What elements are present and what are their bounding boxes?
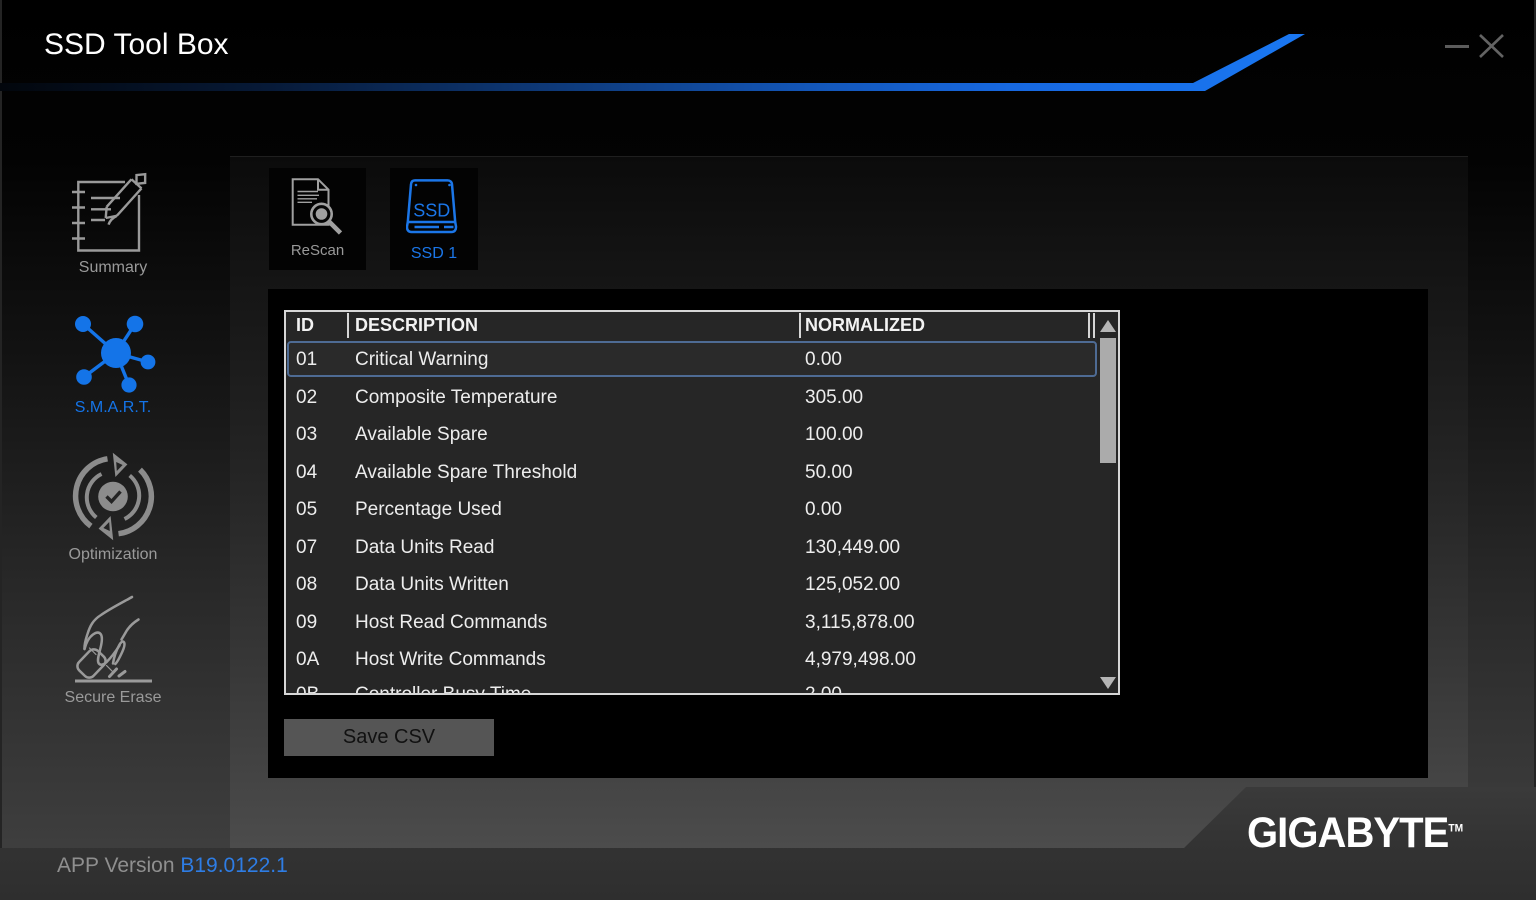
- svg-text:SSD: SSD: [413, 201, 450, 221]
